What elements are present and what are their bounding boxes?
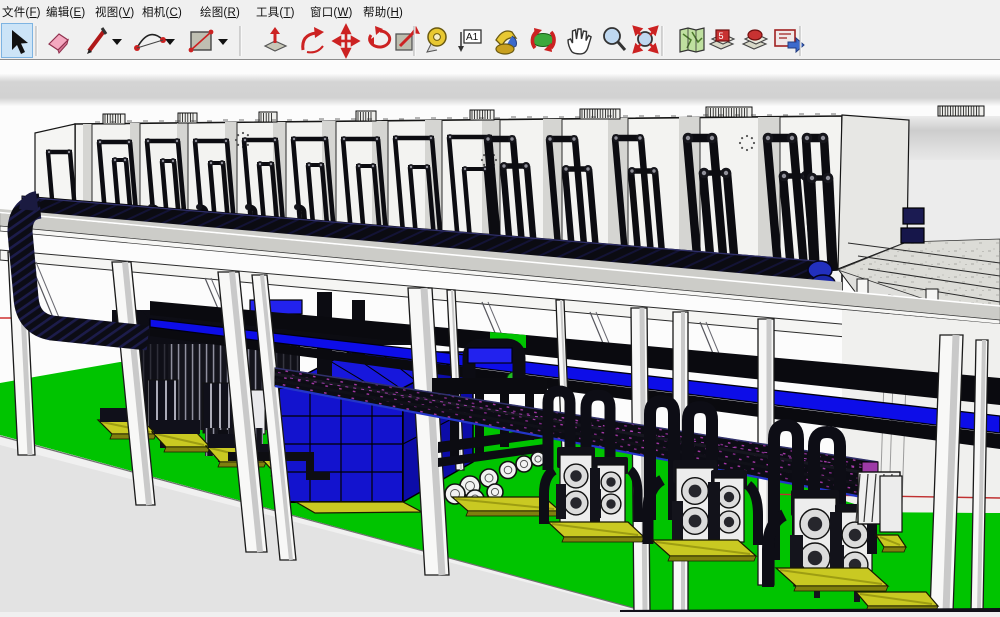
svg-text:A1: A1 [466, 32, 479, 43]
svg-text:5: 5 [719, 31, 724, 41]
